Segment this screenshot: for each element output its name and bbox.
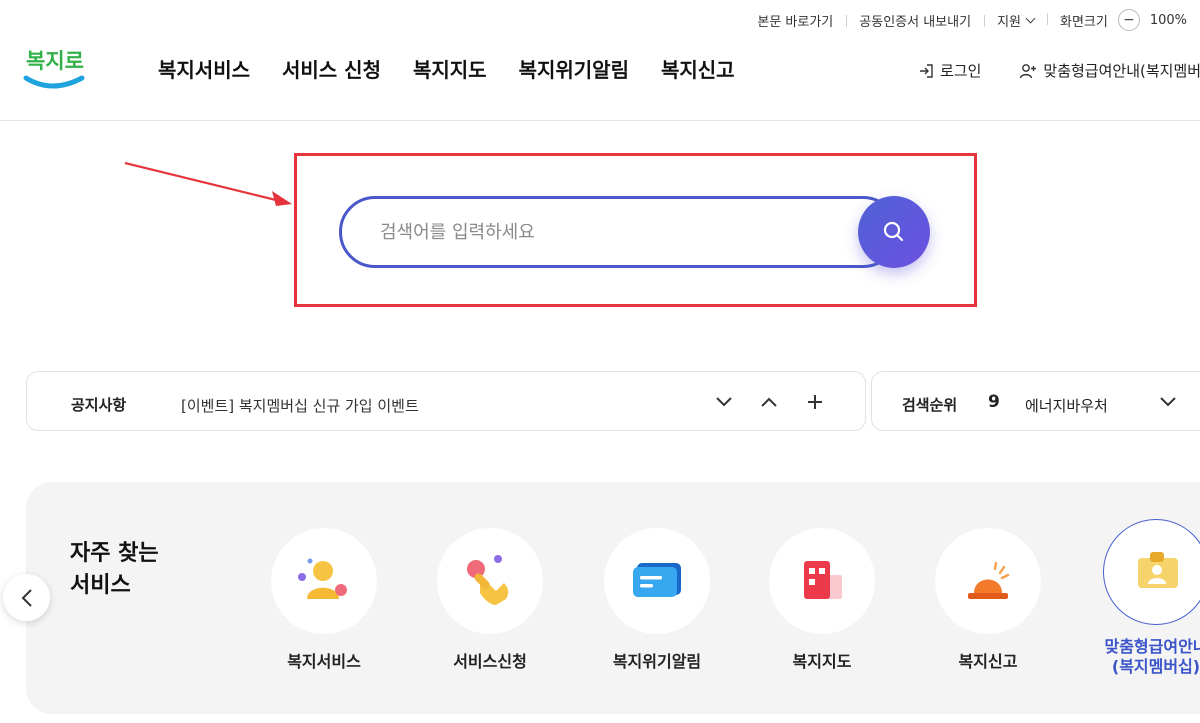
- service-icon-circle: [437, 528, 543, 634]
- chevron-down-icon: [1025, 13, 1036, 23]
- svg-text:복지로: 복지로: [26, 49, 84, 73]
- notice-label: 공지사항: [71, 396, 127, 414]
- nav-item-crisis-alert[interactable]: 복지위기알림: [519, 54, 629, 83]
- ranking-number: 9: [988, 392, 1000, 412]
- person-icon: [298, 558, 347, 599]
- nav-item-service-apply[interactable]: 서비스 신청: [282, 54, 381, 83]
- service-label: 서비스신청: [453, 652, 527, 671]
- carousel-prev-button[interactable]: [3, 574, 50, 621]
- header-right: 로그인 맞춤형급여안내(복지멤버십): [918, 60, 1200, 81]
- message-icon: [633, 563, 681, 597]
- service-icon-circle: [769, 528, 875, 634]
- service-icon-circle: [935, 528, 1041, 634]
- service-icon-circle: [271, 528, 377, 634]
- notice-text[interactable]: [이벤트] 복지멤버십 신규 가입 이벤트: [181, 395, 419, 416]
- service-item-membership[interactable]: 맞춤형급여안내 (복지멤버십): [1103, 519, 1200, 677]
- skip-to-content-label: 본문 바로가기: [757, 14, 834, 30]
- zoom-value: 100%: [1149, 12, 1187, 28]
- main-nav: 복지서비스 서비스 신청 복지지도 복지위기알림 복지신고: [158, 54, 735, 83]
- nav-item-welfare-map[interactable]: 복지지도: [413, 54, 487, 83]
- support-label: 지원: [997, 14, 1021, 30]
- search-button[interactable]: [858, 196, 930, 268]
- utility-bar: 본문 바로가기 공동인증서 내보내기 지원 화면크기 − 100%: [744, 9, 1200, 31]
- service-item-crisis-alert[interactable]: 복지위기알림: [604, 528, 710, 672]
- chevron-left-icon: [21, 588, 32, 607]
- minus-icon: −: [1122, 12, 1135, 28]
- siren-icon: [968, 561, 1010, 599]
- membership-service-label-line1: 맞춤형급여안내: [1104, 637, 1200, 656]
- login-icon: [920, 63, 933, 78]
- service-label: 복지위기알림: [612, 652, 702, 671]
- login-label: 로그인: [940, 62, 982, 80]
- search-input[interactable]: [380, 199, 840, 265]
- chevron-down-icon: [716, 397, 732, 407]
- service-label: 복지신고: [958, 652, 1018, 671]
- login-link[interactable]: 로그인: [918, 60, 981, 81]
- plus-icon: [808, 395, 822, 409]
- search-ranking-bar: 검색순위 9 에너지바우처: [871, 371, 1200, 431]
- zoom-control: 화면크기 − 100%: [1046, 9, 1200, 31]
- site-logo[interactable]: 복지로: [22, 38, 88, 94]
- ranking-keyword[interactable]: 에너지바우처: [1025, 395, 1108, 416]
- membership-service-label: 맞춤형급여안내 (복지멤버십): [1103, 637, 1200, 677]
- user-plus-icon: [1020, 63, 1037, 78]
- service-icon-circle: [1103, 519, 1200, 625]
- nav-item-welfare-report[interactable]: 복지신고: [661, 54, 735, 83]
- service-icon-circle: [604, 528, 710, 634]
- page: 본문 바로가기 공동인증서 내보내기 지원 화면크기 − 100% 복지로 복지…: [0, 0, 1200, 723]
- notice-next-button[interactable]: [712, 390, 736, 414]
- certificate-export-label: 공동인증서 내보내기: [859, 14, 972, 30]
- annotation-arrow: [124, 161, 292, 206]
- frequent-services-title: 자주 찾는 서비스: [70, 541, 159, 598]
- chevron-up-icon: [761, 397, 777, 407]
- service-item-welfare-map[interactable]: 복지지도: [769, 528, 875, 672]
- support-dropdown[interactable]: 지원: [984, 11, 1047, 30]
- service-label: 복지서비스: [287, 652, 361, 671]
- service-label: 복지지도: [792, 652, 852, 671]
- search-box: [339, 196, 899, 268]
- chevron-down-icon: [1160, 397, 1176, 407]
- certificate-export-link[interactable]: 공동인증서 내보내기: [846, 11, 984, 30]
- service-item-service-apply[interactable]: 서비스신청: [437, 528, 543, 672]
- service-item-welfare-report[interactable]: 복지신고: [935, 528, 1041, 672]
- nav-item-welfare-service[interactable]: 복지서비스: [158, 54, 250, 83]
- id-card-icon: [1138, 552, 1178, 588]
- membership-link[interactable]: 맞춤형급여안내(복지멤버십): [1019, 60, 1200, 81]
- logo-icon: 복지로: [23, 49, 85, 89]
- notice-prev-button[interactable]: [757, 390, 781, 414]
- notice-bar: 공지사항 [이벤트] 복지멤버십 신규 가입 이벤트: [26, 371, 866, 431]
- notice-more-button[interactable]: [803, 390, 827, 414]
- zoom-label: 화면크기: [1059, 14, 1108, 30]
- zoom-out-button[interactable]: −: [1117, 9, 1140, 31]
- membership-service-label-line2: (복지멤버십): [1111, 657, 1200, 676]
- skip-to-content-link[interactable]: 본문 바로가기: [744, 11, 846, 30]
- header-divider: [0, 120, 1200, 121]
- hand-tap-icon: [467, 555, 509, 605]
- membership-label: 맞춤형급여안내(복지멤버십): [1043, 62, 1200, 80]
- ranking-expand-button[interactable]: [1156, 390, 1180, 414]
- service-item-welfare-service[interactable]: 복지서비스: [271, 528, 377, 672]
- search-icon: [883, 221, 904, 242]
- map-building-icon: [804, 561, 842, 599]
- ranking-label: 검색순위: [902, 396, 958, 414]
